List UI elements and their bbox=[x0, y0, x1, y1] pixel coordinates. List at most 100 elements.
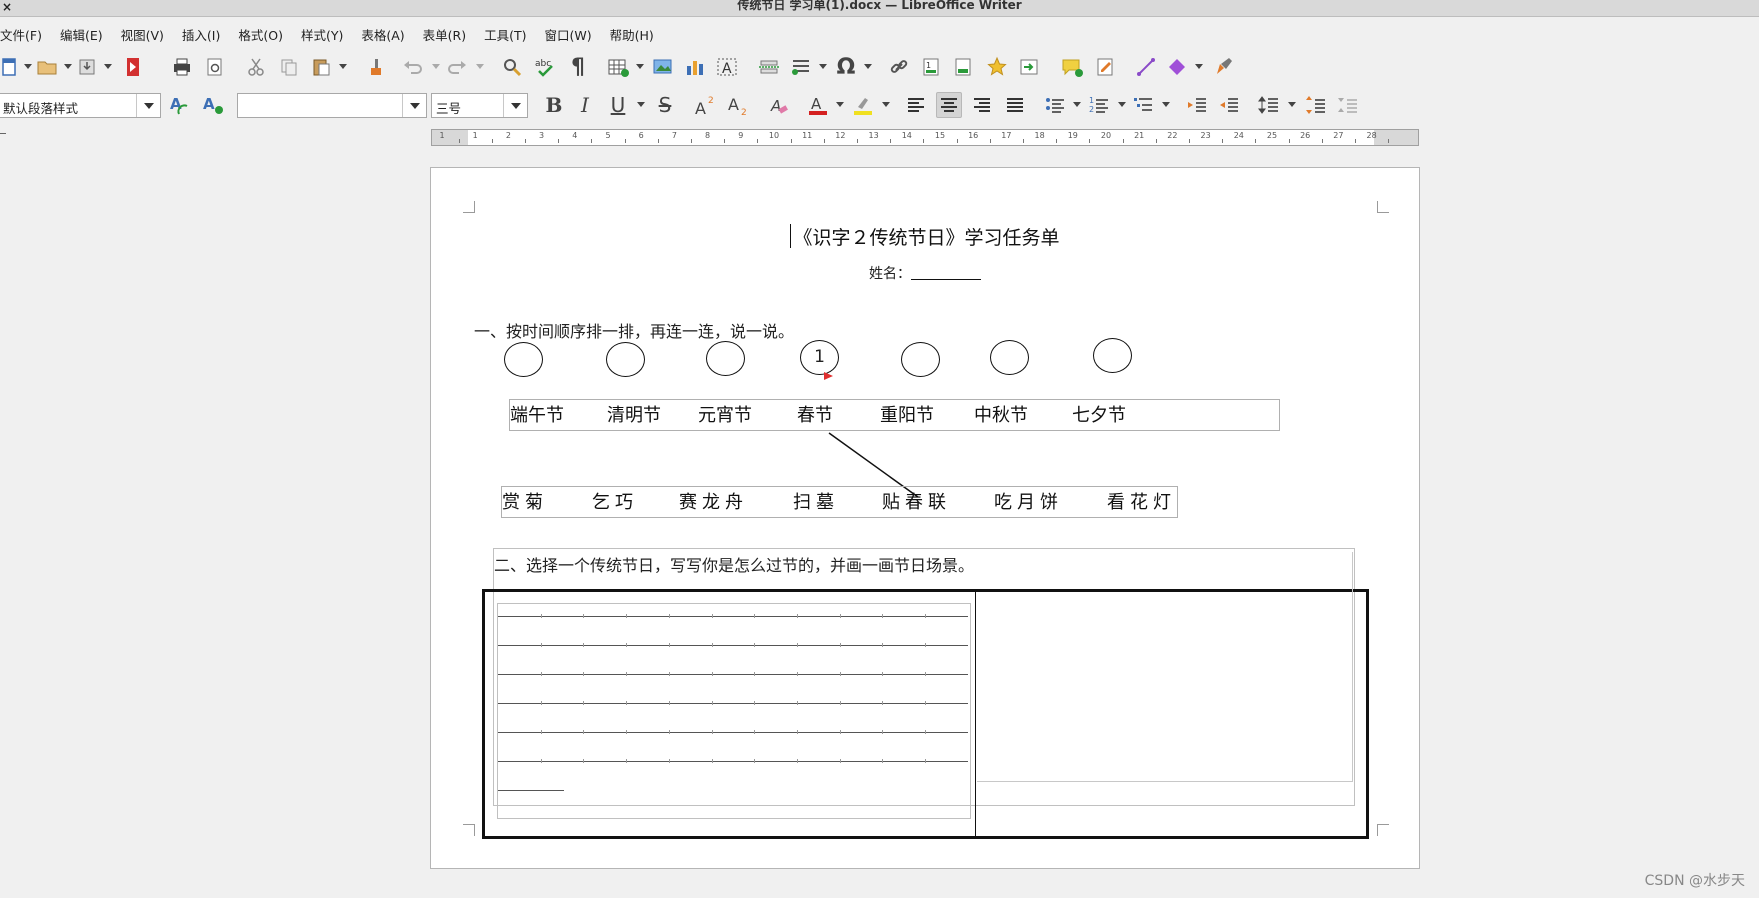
align-center-icon[interactable] bbox=[936, 92, 962, 118]
custom-word[interactable]: 赛龙舟 bbox=[679, 488, 748, 514]
answer-table[interactable] bbox=[482, 552, 1369, 839]
basic-shapes-icon[interactable] bbox=[1164, 54, 1190, 80]
strikethrough-icon[interactable]: S bbox=[652, 92, 678, 118]
underline-icon[interactable]: U bbox=[605, 92, 631, 118]
order-circle[interactable] bbox=[606, 342, 645, 377]
order-circle[interactable]: 1 bbox=[800, 340, 839, 375]
find-replace-icon[interactable] bbox=[499, 54, 525, 80]
menu-item[interactable]: 文件(F) bbox=[0, 20, 50, 46]
spelling-icon[interactable]: abc bbox=[532, 54, 558, 80]
subscript-icon[interactable]: A2 bbox=[725, 92, 751, 118]
copy-icon[interactable] bbox=[276, 54, 302, 80]
save-icon[interactable] bbox=[74, 54, 100, 80]
insert-cross-reference-icon[interactable] bbox=[1016, 54, 1042, 80]
insert-image-icon[interactable] bbox=[650, 54, 676, 80]
clone-formatting-icon[interactable] bbox=[363, 54, 389, 80]
italic-icon[interactable]: I bbox=[572, 92, 598, 118]
undo-icon[interactable] bbox=[400, 54, 426, 80]
justify-icon[interactable] bbox=[1002, 92, 1028, 118]
print-preview-icon[interactable] bbox=[202, 54, 228, 80]
cut-icon[interactable] bbox=[243, 54, 269, 80]
order-circle[interactable] bbox=[504, 342, 543, 377]
align-left-icon[interactable] bbox=[903, 92, 929, 118]
insert-page-break-icon[interactable] bbox=[756, 54, 782, 80]
chevron-down-icon[interactable] bbox=[503, 94, 527, 117]
festival-word[interactable]: 七夕节 bbox=[1072, 401, 1126, 427]
paragraph-style-select[interactable]: 默认段落样式 bbox=[0, 93, 161, 118]
chevron-down-icon[interactable] bbox=[136, 94, 160, 117]
writing-line[interactable] bbox=[498, 643, 968, 647]
festival-word[interactable]: 重阳节 bbox=[880, 401, 934, 427]
custom-word[interactable]: 看花灯 bbox=[1107, 488, 1176, 514]
redo-icon[interactable] bbox=[444, 54, 470, 80]
chevron-down-icon[interactable] bbox=[402, 94, 426, 117]
festival-word[interactable]: 春节 bbox=[797, 401, 833, 427]
festival-word[interactable]: 中秋节 bbox=[974, 401, 1028, 427]
order-circle[interactable] bbox=[990, 340, 1029, 375]
name-field[interactable]: 姓名： bbox=[431, 263, 1419, 283]
font-color-icon[interactable]: A bbox=[805, 92, 831, 118]
document-page[interactable]: 《识字２传统节日》学习任务单 姓名： 一、按时间顺序排一排，再连一连，说一说。 … bbox=[430, 167, 1420, 869]
document-title[interactable]: 《识字２传统节日》学习任务单 bbox=[431, 223, 1419, 250]
open-folder-icon[interactable] bbox=[34, 54, 60, 80]
custom-word[interactable]: 赏菊 bbox=[502, 488, 548, 514]
insert-bookmark-icon[interactable] bbox=[984, 54, 1010, 80]
custom-word[interactable]: 贴春联 bbox=[882, 488, 951, 514]
new-document-icon[interactable] bbox=[0, 54, 22, 80]
bold-icon[interactable]: B bbox=[541, 92, 567, 118]
menu-item[interactable]: 窗口(W) bbox=[545, 20, 600, 46]
writing-area[interactable] bbox=[497, 603, 971, 819]
festival-word[interactable]: 元宵节 bbox=[698, 401, 752, 427]
insert-line-icon[interactable] bbox=[1133, 54, 1159, 80]
insert-hyperlink-icon[interactable] bbox=[886, 54, 912, 80]
show-draw-functions-icon[interactable] bbox=[1211, 54, 1237, 80]
insert-endnote-icon[interactable] bbox=[950, 54, 976, 80]
paste-icon[interactable] bbox=[308, 54, 334, 80]
writing-line[interactable] bbox=[498, 790, 564, 791]
track-changes-icon[interactable] bbox=[1092, 54, 1118, 80]
superscript-icon[interactable]: A2 bbox=[692, 92, 718, 118]
highlight-color-icon[interactable] bbox=[850, 92, 876, 118]
new-style-icon[interactable]: A bbox=[200, 92, 226, 118]
writing-line[interactable] bbox=[498, 701, 968, 705]
order-circle[interactable] bbox=[901, 342, 940, 377]
print-icon[interactable] bbox=[169, 54, 195, 80]
festival-word[interactable]: 端午节 bbox=[510, 401, 564, 427]
menu-item[interactable]: 表单(R) bbox=[423, 20, 474, 46]
insert-field-icon[interactable] bbox=[788, 54, 814, 80]
custom-word[interactable]: 乞巧 bbox=[592, 488, 638, 514]
update-style-icon[interactable]: A bbox=[167, 92, 193, 118]
menu-item[interactable]: 编辑(E) bbox=[60, 20, 111, 46]
font-name-select[interactable] bbox=[237, 93, 427, 118]
insert-table-icon[interactable] bbox=[605, 54, 631, 80]
font-size-select[interactable]: 三号 bbox=[431, 93, 528, 118]
decrease-indent-icon[interactable] bbox=[1216, 92, 1242, 118]
line-spacing-icon[interactable] bbox=[1256, 92, 1282, 118]
insert-comment-icon[interactable] bbox=[1059, 54, 1085, 80]
order-circle[interactable] bbox=[706, 341, 745, 376]
ordered-list-icon[interactable]: 12 bbox=[1086, 92, 1112, 118]
name-blank[interactable] bbox=[911, 268, 981, 280]
insert-footnote-icon[interactable]: 1 bbox=[918, 54, 944, 80]
festival-word[interactable]: 清明节 bbox=[607, 401, 661, 427]
insert-textbox-icon[interactable]: A bbox=[714, 54, 740, 80]
export-pdf-icon[interactable] bbox=[120, 54, 146, 80]
increase-indent-icon[interactable] bbox=[1184, 92, 1210, 118]
increase-paragraph-spacing-icon[interactable] bbox=[1303, 92, 1329, 118]
custom-word[interactable]: 扫墓 bbox=[793, 488, 839, 514]
decrease-paragraph-spacing-icon[interactable] bbox=[1335, 92, 1361, 118]
menu-item[interactable]: 样式(Y) bbox=[301, 20, 351, 46]
writing-line[interactable] bbox=[498, 614, 968, 618]
insert-chart-icon[interactable] bbox=[682, 54, 708, 80]
clear-formatting-icon[interactable]: A bbox=[766, 92, 792, 118]
custom-word[interactable]: 吃月饼 bbox=[994, 488, 1063, 514]
horizontal-ruler[interactable]: 1 1 2 3 4 5 6 7 8 9 10 11 12 13 14 15 16 17 18 19 20 21 22 23 24… bbox=[431, 129, 1419, 146]
menu-item[interactable]: 格式(O) bbox=[238, 20, 291, 46]
order-circle[interactable] bbox=[1093, 338, 1132, 373]
menu-item[interactable]: 帮助(H) bbox=[610, 20, 662, 46]
drawing-area[interactable] bbox=[977, 552, 1353, 782]
menu-item[interactable]: 表格(A) bbox=[361, 20, 412, 46]
outline-list-icon[interactable] bbox=[1130, 92, 1156, 118]
formatting-marks-icon[interactable]: ¶ bbox=[565, 54, 591, 80]
menu-item[interactable]: 视图(V) bbox=[121, 20, 172, 46]
